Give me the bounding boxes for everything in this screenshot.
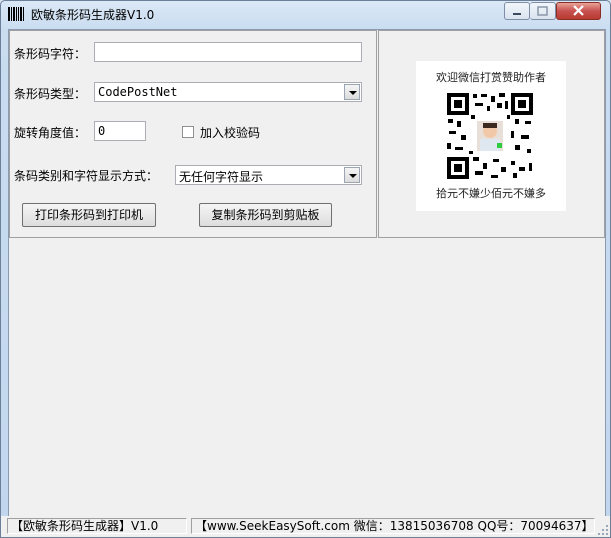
title-bar[interactable]: 欧敏条形码生成器V1.0 [1, 1, 610, 27]
donate-top-text: 欢迎微信打赏赞助作者 [436, 71, 546, 84]
qr-code-icon [445, 91, 535, 181]
barcode-text-input[interactable] [94, 42, 362, 62]
rotation-input[interactable]: 0 [94, 121, 146, 141]
status-bar: 【欧敏条形码生成器】V1.0 【www.SeekEasySoft.com 微信：… [1, 516, 610, 537]
settings-panel: 条形码字符： 条形码类型： CodePostNet 旋转角度值： 0 加入校验码… [9, 30, 377, 238]
status-contact: 【www.SeekEasySoft.com 微信：13815036708 QQ号… [191, 518, 595, 534]
barcode-type-label: 条形码类型： [14, 87, 87, 101]
display-mode-label: 条码类别和字符显示方式： [14, 169, 159, 183]
print-barcode-button[interactable]: 打印条形码到打印机 [22, 203, 156, 227]
donate-bottom-text: 拾元不嫌少佰元不嫌多 [436, 187, 546, 200]
barcode-text-label: 条形码字符： [14, 47, 87, 61]
rotation-label: 旋转角度值： [14, 126, 87, 140]
close-icon [573, 5, 584, 16]
donate-panel: 欢迎微信打赏赞助作者 拾元不嫌少佰元不嫌多 [378, 30, 605, 238]
maximize-button[interactable] [530, 2, 556, 20]
chevron-down-icon[interactable] [344, 84, 360, 100]
chevron-down-icon[interactable] [344, 167, 360, 183]
minimize-icon [513, 13, 521, 15]
status-app-name: 【欧敏条形码生成器】V1.0 [7, 518, 187, 534]
client-area: 条形码字符： 条形码类型： CodePostNet 旋转角度值： 0 加入校验码… [8, 29, 606, 517]
maximize-icon [537, 6, 548, 16]
barcode-icon [8, 7, 24, 21]
checksum-label[interactable]: 加入校验码 [200, 124, 260, 141]
barcode-type-select[interactable]: CodePostNet [94, 82, 362, 102]
barcode-type-value: CodePostNet [98, 85, 178, 99]
display-mode-select[interactable]: 无任何字符显示 [175, 165, 362, 185]
close-button[interactable] [556, 2, 601, 20]
app-window: 欧敏条形码生成器V1.0 条形码字符： 条形码类型： CodePostNet 旋… [0, 0, 611, 538]
copy-barcode-button[interactable]: 复制条形码到剪贴板 [199, 203, 332, 227]
donate-card: 欢迎微信打赏赞助作者 拾元不嫌少佰元不嫌多 [416, 61, 566, 211]
window-title: 欧敏条形码生成器V1.0 [31, 8, 155, 22]
minimize-button[interactable] [504, 2, 530, 20]
display-mode-value: 无任何字符显示 [179, 170, 264, 184]
checksum-checkbox[interactable] [182, 126, 194, 138]
resize-grip-icon[interactable] [597, 524, 609, 536]
